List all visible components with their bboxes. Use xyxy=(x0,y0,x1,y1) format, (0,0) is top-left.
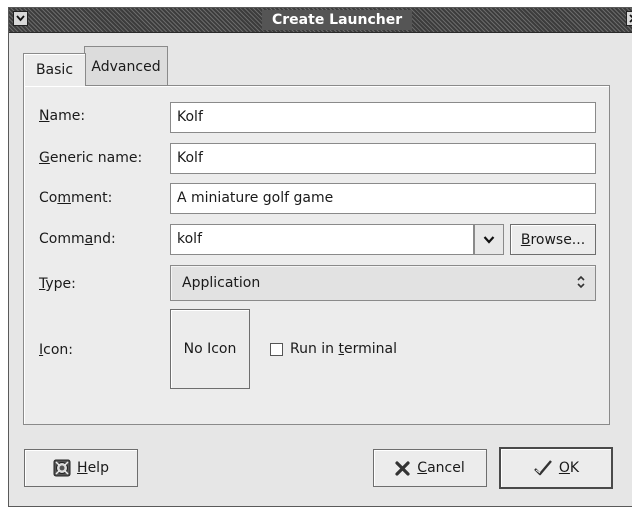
command-label: Command: xyxy=(39,231,116,247)
icon-picker-label: No Icon xyxy=(183,341,237,357)
run-in-terminal-checkbox[interactable] xyxy=(270,343,283,356)
comment-input[interactable]: A miniature golf game xyxy=(170,183,596,214)
help-icon xyxy=(53,459,71,477)
command-input[interactable]: kolf xyxy=(170,224,474,255)
window-close-button[interactable] xyxy=(626,11,632,26)
cancel-x-icon xyxy=(395,460,411,476)
window-title: Create Launcher xyxy=(262,10,413,30)
run-in-terminal-label[interactable]: Run in terminal xyxy=(290,341,397,357)
cancel-button[interactable]: Cancel xyxy=(373,449,487,487)
generic-name-input[interactable]: Kolf xyxy=(170,143,596,174)
type-select[interactable]: Application xyxy=(170,265,596,301)
checkmark-icon xyxy=(533,459,553,477)
command-history-dropdown[interactable] xyxy=(474,224,504,255)
tab-basic[interactable]: Basic xyxy=(23,53,86,86)
up-down-arrows-icon xyxy=(573,272,589,292)
tab-advanced[interactable]: Advanced xyxy=(84,46,168,86)
icon-label: Icon: xyxy=(39,342,73,358)
generic-name-label: Generic name: xyxy=(39,150,143,166)
type-select-value: Application xyxy=(182,275,261,291)
name-input[interactable]: Kolf xyxy=(170,102,596,133)
chevron-down-icon xyxy=(483,236,495,244)
type-label: Type: xyxy=(39,276,76,292)
window-menu-button[interactable] xyxy=(13,11,28,26)
basic-tab-panel xyxy=(23,85,610,425)
help-button[interactable]: Help xyxy=(24,449,138,487)
chevron-down-icon xyxy=(16,15,25,22)
tab-label: Advanced xyxy=(91,58,161,75)
tab-label: Basic xyxy=(35,62,74,78)
browse-button[interactable]: Browse... xyxy=(510,224,596,255)
name-label: Name: xyxy=(39,108,86,124)
title-bar[interactable]: Create Launcher xyxy=(9,8,632,33)
comment-label: Comment: xyxy=(39,190,113,206)
icon-picker-button[interactable]: No Icon xyxy=(170,309,250,389)
ok-button[interactable]: OK xyxy=(499,447,613,489)
